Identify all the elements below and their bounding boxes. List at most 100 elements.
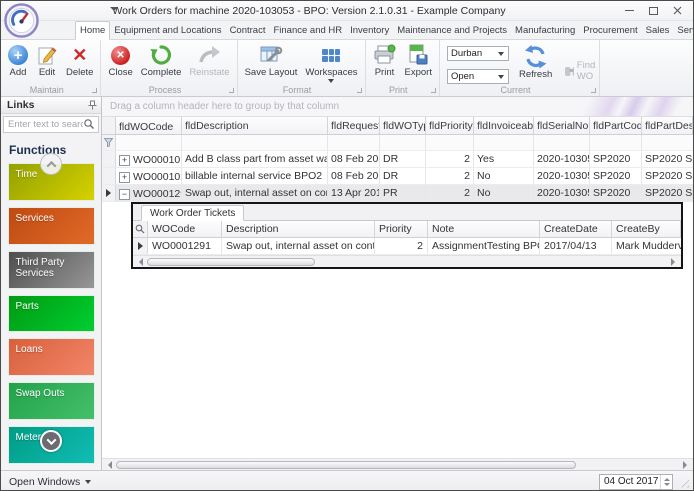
sidebar-item-services[interactable]: Services — [7, 206, 95, 245]
column-header-fldinvoiceable[interactable]: fldInvoiceable — [474, 117, 534, 134]
column-header-fldserialno[interactable]: fldSerialNo — [534, 117, 590, 134]
open-windows-button[interactable]: Open Windows — [9, 476, 92, 488]
detail-search-cell[interactable] — [133, 221, 148, 237]
site-selector-caret-icon[interactable] — [495, 47, 508, 60]
format-dialog-launcher[interactable] — [356, 88, 362, 93]
tab-procurement[interactable]: Procurement — [579, 22, 641, 39]
add-icon: + — [8, 45, 28, 65]
open-windows-caret-icon — [85, 479, 92, 484]
find-wo-button[interactable]: Find WO — [564, 60, 600, 82]
detail-horizontal-scrollbar[interactable] — [133, 255, 681, 267]
tab-equipment-and-locations[interactable]: Equipment and Locations — [110, 22, 225, 39]
expand-icon[interactable]: + — [119, 154, 130, 166]
detail-column-priority[interactable]: Priority — [375, 221, 428, 237]
maintain-dialog-launcher[interactable] — [92, 88, 98, 93]
column-header-fldwotype[interactable]: fldWOType — [380, 117, 426, 134]
detail-scrollbar-thumb[interactable] — [147, 257, 315, 266]
state-selector[interactable]: Open — [446, 69, 509, 84]
detail-column-note[interactable]: Note — [428, 221, 540, 237]
column-header-flddescription[interactable]: fldDescription — [182, 117, 328, 134]
print-dialog-launcher[interactable] — [430, 88, 436, 93]
grid-filter-row[interactable] — [102, 135, 693, 151]
scroll-up-button[interactable] — [40, 153, 62, 175]
scroll-right-arrow-icon[interactable] — [683, 460, 687, 469]
app-logo-icon[interactable] — [4, 3, 39, 38]
reinstate-button[interactable]: Reinstate — [185, 42, 233, 79]
tab-contract[interactable]: Contract — [226, 22, 270, 39]
tab-finance-and-hr[interactable]: Finance and HR — [269, 22, 346, 39]
header-indicator-cell — [102, 117, 116, 134]
workspaces-icon — [322, 48, 341, 62]
table-row-wo0001014[interactable]: +WO0001014 Add B class part from asset w… — [102, 151, 693, 168]
resize-grip[interactable] — [677, 475, 689, 488]
site-selector[interactable]: Durban — [446, 46, 509, 61]
tab-manufacturing[interactable]: Manufacturing — [511, 22, 579, 39]
refresh-icon — [524, 45, 547, 69]
column-header-fldpriority[interactable]: fldPriority — [426, 117, 474, 134]
detail-column-description[interactable]: Description — [222, 221, 375, 237]
scroll-left-arrow-icon[interactable] — [108, 460, 112, 469]
close-window-button[interactable] — [665, 3, 689, 18]
detail-search-icon — [135, 224, 145, 234]
date-picker[interactable]: 04 Oct 2017 — [599, 473, 673, 490]
detail-row-wo0001291[interactable]: WO0001291 Swap out, internal asset on co… — [133, 238, 681, 255]
current-row-arrow-icon — [106, 189, 111, 197]
sidebar-search-input[interactable] — [4, 118, 83, 130]
tab-sales[interactable]: Sales — [642, 22, 674, 39]
table-row-wo0001028[interactable]: +WO0001028 billable internal service BPO… — [102, 168, 693, 185]
save-layout-icon — [260, 46, 283, 62]
close-wo-button[interactable]: ✕ Close — [104, 42, 136, 79]
scroll-down-button[interactable] — [40, 430, 62, 452]
collapse-icon[interactable]: − — [119, 188, 130, 200]
column-header-fldrequestdate[interactable]: fldRequestDate — [328, 117, 380, 134]
date-spinner[interactable] — [660, 474, 672, 489]
detail-column-createby[interactable]: CreateBy — [612, 221, 681, 237]
links-caption-bar: Links — [1, 97, 101, 114]
add-button[interactable]: + Add — [4, 42, 32, 79]
sidebar-item-third-party-services[interactable]: Third Party Services — [7, 250, 95, 289]
column-header-fldwocode[interactable]: fldWOCode — [116, 117, 182, 134]
detail-column-createdate[interactable]: CreateDate — [540, 221, 612, 237]
filter-funnel-icon — [104, 138, 113, 147]
process-dialog-launcher[interactable] — [228, 88, 234, 93]
sidebar-item-swap-outs[interactable]: Swap Outs — [7, 382, 95, 421]
print-button[interactable]: Print — [369, 42, 401, 79]
grid-empty-area — [102, 269, 693, 458]
search-icon[interactable] — [83, 118, 95, 130]
tab-home[interactable]: Home — [75, 21, 111, 40]
detail-column-wocode[interactable]: WOCode — [148, 221, 222, 237]
column-header-fldpartdesc[interactable]: fldPartDesc — [642, 117, 693, 134]
detail-tab-strip: Work Order Tickets — [133, 204, 681, 221]
delete-button[interactable]: ✕ Delete — [62, 42, 97, 79]
export-icon — [409, 44, 428, 65]
grid-scrollbar-thumb[interactable] — [116, 460, 576, 469]
column-header-fldpartcode[interactable]: fldPartCode — [590, 117, 642, 134]
minimize-button[interactable] — [617, 3, 641, 18]
ribbon-group-process: ✕ Close Complete Reinstate Process — [101, 40, 238, 96]
tab-maintenance-and-projects[interactable]: Maintenance and Projects — [393, 22, 511, 39]
current-dialog-launcher[interactable] — [590, 88, 596, 93]
expand-icon[interactable]: + — [119, 171, 130, 183]
state-selector-caret-icon[interactable] — [495, 70, 508, 83]
sidebar-item-loans[interactable]: Loans — [7, 338, 95, 377]
grid-horizontal-scrollbar[interactable] — [102, 458, 693, 470]
sidebar-item-parts[interactable]: Parts — [7, 294, 95, 333]
group-by-panel[interactable]: Drag a column header here to group by th… — [102, 97, 693, 117]
maximize-button[interactable] — [641, 3, 665, 18]
export-button[interactable]: Export — [401, 42, 436, 79]
edit-button[interactable]: Edit — [32, 42, 62, 79]
decorative-swoosh — [543, 97, 693, 116]
tab-service[interactable]: Service — [673, 22, 693, 39]
save-layout-button[interactable]: Save Layout — [241, 42, 302, 79]
scroll-right-arrow-icon[interactable] — [671, 257, 675, 266]
quick-access-caret-icon[interactable] — [110, 7, 118, 11]
workspaces-button[interactable]: Workspaces — [301, 42, 361, 84]
maximize-icon — [648, 6, 658, 15]
tab-inventory[interactable]: Inventory — [346, 22, 393, 39]
scroll-left-arrow-icon[interactable] — [139, 257, 143, 266]
table-row-wo0001291-selected[interactable]: −WO0001291 Swap out, internal asset on c… — [102, 185, 693, 202]
tab-work-order-tickets[interactable]: Work Order Tickets — [141, 205, 245, 221]
pin-icon[interactable] — [88, 100, 97, 110]
refresh-button[interactable]: Refresh — [515, 44, 556, 81]
complete-button[interactable]: Complete — [137, 42, 186, 79]
